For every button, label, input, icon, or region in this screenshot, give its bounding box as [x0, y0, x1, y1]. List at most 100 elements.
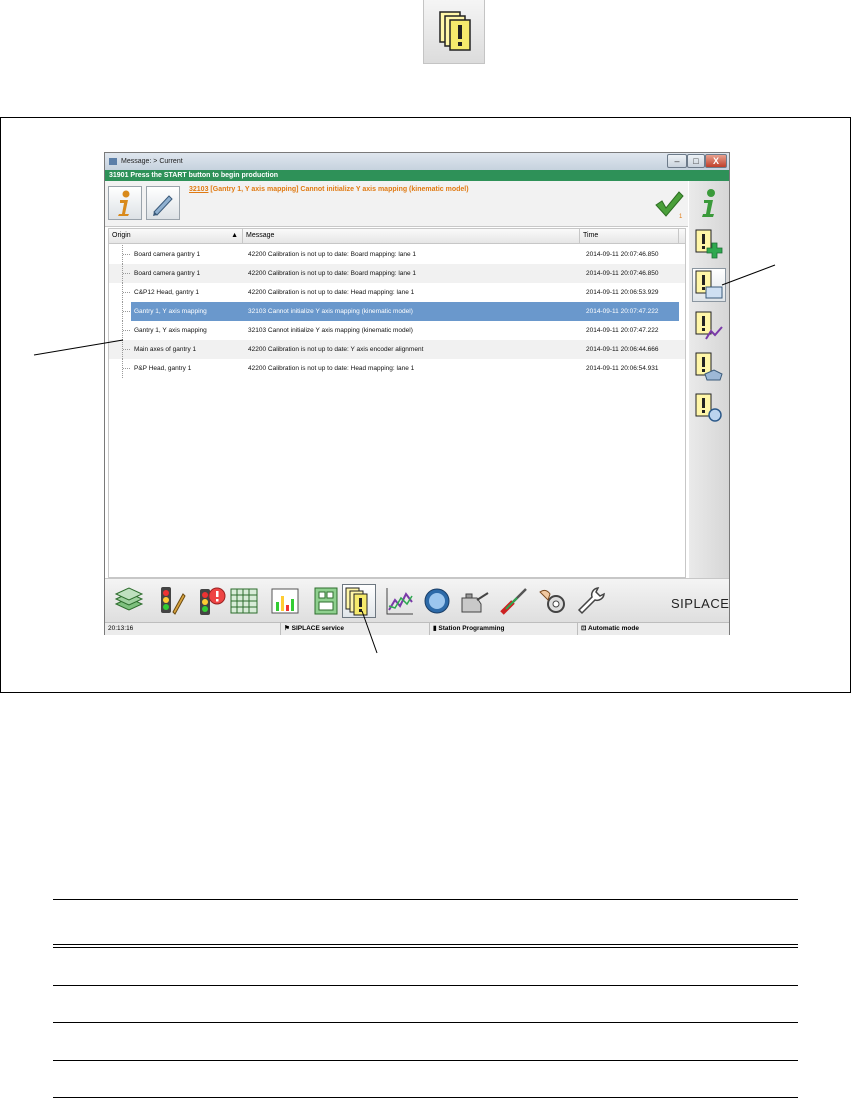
list-column-header: Origin ▲ Message Time: [109, 229, 685, 244]
trend-button[interactable]: [383, 584, 417, 618]
maintenance-button[interactable]: [457, 584, 491, 618]
row-origin: P&P Head, gantry 1: [134, 365, 192, 372]
circuit-board-icon: [314, 587, 338, 615]
row-message: 32103 Cannot initialize Y axis mapping (…: [248, 327, 413, 334]
tree-connector: [122, 359, 131, 378]
message-statistics-button[interactable]: [692, 309, 726, 343]
table-row[interactable]: Board camera gantry 1 42200 Calibration …: [109, 264, 685, 283]
component-button[interactable]: [309, 584, 343, 618]
row-origin: Gantry 1, Y axis mapping: [134, 308, 207, 315]
checkmark-icon: 1: [655, 191, 684, 220]
add-message-button[interactable]: [692, 227, 726, 261]
traffic-light-pen-icon: [161, 587, 186, 615]
table-rule: [53, 985, 798, 986]
wrench-icon: [577, 587, 605, 615]
row-origin: Board camera gantry 1: [134, 251, 201, 258]
table-row[interactable]: Main axes of gantry 1 42200 Calibration …: [109, 340, 685, 359]
table-row[interactable]: P&P Head, gantry 1 42200 Calibration is …: [109, 359, 685, 378]
row-time: 2014-09-11 20:07:46.850: [586, 251, 659, 258]
message-stack-icon: [345, 587, 368, 616]
vision-button[interactable]: [420, 584, 454, 618]
setup-button[interactable]: [153, 584, 187, 618]
tree-connector: [122, 302, 131, 321]
edit-message-button[interactable]: [146, 186, 180, 220]
row-message: 42200 Calibration is not up to date: Hea…: [248, 289, 415, 296]
message-search-button[interactable]: [692, 391, 726, 425]
status-button[interactable]: [194, 584, 228, 618]
column-origin-label: Origin: [112, 232, 131, 239]
feeder-table-button[interactable]: [227, 584, 261, 618]
title-bar[interactable]: Message: > Current – □ X: [105, 153, 729, 170]
column-origin[interactable]: Origin ▲: [109, 229, 243, 243]
hand-gear-icon: [539, 589, 565, 613]
service-button[interactable]: [574, 584, 608, 618]
configuration-button[interactable]: [536, 584, 570, 618]
table-row-selected[interactable]: Gantry 1, Y axis mapping 32103 Cannot in…: [109, 302, 685, 321]
table-row[interactable]: Board camera gantry 1 42200 Calibration …: [109, 245, 685, 264]
status-user: ⚑ SIPLACE service: [280, 623, 344, 635]
line-chart-icon: [386, 588, 413, 615]
tree-connector: [122, 264, 131, 283]
message-history-button[interactable]: [692, 350, 726, 384]
status-station: ▮ Station Programming: [429, 623, 504, 635]
traffic-light-alert-icon: [200, 587, 226, 615]
message-stack-icon: [439, 11, 471, 51]
statistics-button[interactable]: [268, 584, 302, 618]
window-title: Message: > Current: [121, 158, 183, 165]
row-time: 2014-09-11 20:06:44.666: [586, 346, 659, 353]
maximize-button[interactable]: □: [687, 154, 705, 168]
current-messages-button[interactable]: [692, 268, 726, 302]
table-rule: [53, 947, 798, 948]
current-message-header: 32103 [Gantry 1, Y axis mapping] Cannot …: [105, 181, 688, 227]
message-chart-icon: [695, 311, 723, 340]
screwdriver-icon: [500, 588, 527, 615]
info-side-button[interactable]: [692, 186, 726, 220]
table-row[interactable]: Gantry 1, Y axis mapping 32103 Cannot in…: [109, 321, 685, 340]
row-message: 42200 Calibration is not up to date: Y a…: [248, 346, 424, 353]
user-icon: ⚑: [284, 625, 292, 632]
tree-connector: [122, 321, 131, 340]
messages-icon-illustration: [423, 0, 485, 64]
pen-icon: [153, 195, 173, 216]
table-rule: [53, 944, 798, 945]
mode-icon: ⊡: [581, 625, 589, 632]
close-button[interactable]: X: [705, 154, 727, 168]
info-button[interactable]: [108, 186, 142, 220]
column-time[interactable]: Time: [580, 229, 679, 243]
table-rule: [53, 1022, 798, 1023]
message-add-icon: [695, 229, 723, 259]
oil-can-icon: [461, 592, 489, 613]
acknowledge-button[interactable]: 1: [653, 187, 685, 221]
status-time: 20:13:16: [108, 625, 134, 632]
status-line-text: 31901 Press the START button to begin pr…: [109, 172, 279, 179]
messages-button[interactable]: [342, 584, 376, 618]
row-message: 42200 Calibration is not up to date: Boa…: [248, 251, 417, 258]
minimize-button[interactable]: –: [667, 154, 687, 168]
ack-count: 1: [679, 214, 683, 220]
bar-chart-icon: [271, 588, 299, 614]
right-toolbar: [689, 181, 729, 579]
tree-connector: [122, 283, 131, 302]
message-list-icon: [695, 270, 723, 299]
current-message-code[interactable]: 32103: [189, 186, 208, 193]
status-user-text: SIPLACE service: [291, 625, 345, 632]
current-message-text: 32103 [Gantry 1, Y axis mapping] Cannot …: [189, 186, 469, 193]
table-row[interactable]: C&P12 Head, gantry 1 42200 Calibration i…: [109, 283, 685, 302]
production-button[interactable]: [112, 584, 146, 618]
info-icon: [118, 190, 130, 216]
column-message[interactable]: Message: [243, 229, 580, 243]
tools-button[interactable]: [497, 584, 531, 618]
row-time: 2014-09-11 20:06:54.931: [586, 365, 659, 372]
camera-lens-icon: [424, 588, 450, 614]
row-time: 2014-09-11 20:07:46.850: [586, 270, 659, 277]
table-rule: [53, 899, 798, 900]
table-rule: [53, 1097, 798, 1098]
sort-ascending-icon: ▲: [231, 232, 238, 239]
grid-table-icon: [230, 588, 258, 614]
row-time: 2014-09-11 20:06:53.929: [586, 289, 659, 296]
status-bar: 20:13:16 ⚑ SIPLACE service ▮ Station Pro…: [105, 622, 729, 635]
brand-logo: SIPLACE: [671, 596, 730, 611]
row-message: 42200 Calibration is not up to date: Hea…: [248, 365, 415, 372]
tree-connector: [122, 340, 131, 359]
current-message-description: [Gantry 1, Y axis mapping] Cannot initia…: [208, 186, 469, 193]
